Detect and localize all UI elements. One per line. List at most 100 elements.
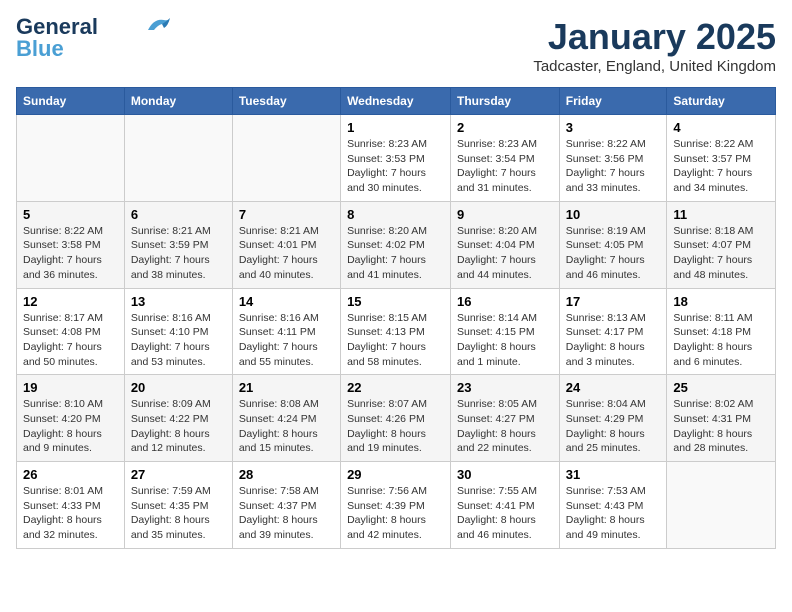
day-cell: 28 Sunrise: 7:58 AM Sunset: 4:37 PM Dayli… [232, 462, 340, 549]
day-info: Sunrise: 8:04 AM Sunset: 4:29 PM Dayligh… [566, 397, 661, 456]
day-cell: 25Sunrise: 8:02 AM Sunset: 4:31 PM Dayli… [667, 375, 776, 462]
day-info: Sunrise: 8:22 AM Sunset: 3:56 PM Dayligh… [566, 137, 661, 196]
day-info: Sunrise: 8:21 AM Sunset: 4:01 PM Dayligh… [239, 224, 334, 283]
day-number: 6 [131, 207, 226, 222]
day-info: Sunrise: 7:58 AM Sunset: 4:37 PM Dayligh… [239, 484, 334, 543]
day-number: 28 [239, 467, 334, 482]
day-cell: 2 Sunrise: 8:23 AM Sunset: 3:54 PM Daylig… [451, 115, 560, 202]
location: Tadcaster, England, United Kingdom [533, 58, 776, 75]
day-cell: 10Sunrise: 8:19 AM Sunset: 4:05 PM Dayli… [559, 201, 667, 288]
day-cell: 6Sunrise: 8:21 AM Sunset: 3:59 PM Daylig… [124, 201, 232, 288]
day-cell: 1 Sunrise: 8:23 AM Sunset: 3:53 PM Daylig… [341, 115, 451, 202]
day-cell: 4 Sunrise: 8:22 AM Sunset: 3:57 PM Daylig… [667, 115, 776, 202]
day-cell: 29Sunrise: 7:56 AM Sunset: 4:39 PM Dayli… [341, 462, 451, 549]
day-info: Sunrise: 8:23 AM Sunset: 3:53 PM Dayligh… [347, 137, 444, 196]
day-number: 20 [131, 380, 226, 395]
day-cell: 20 Sunrise: 8:09 AM Sunset: 4:22 PM Dayli… [124, 375, 232, 462]
day-number: 15 [347, 294, 444, 309]
day-info: Sunrise: 8:19 AM Sunset: 4:05 PM Dayligh… [566, 224, 661, 283]
day-cell: 27Sunrise: 7:59 AM Sunset: 4:35 PM Dayli… [124, 462, 232, 549]
day-info: Sunrise: 8:11 AM Sunset: 4:18 PM Dayligh… [673, 311, 769, 370]
day-info: Sunrise: 7:55 AM Sunset: 4:41 PM Dayligh… [457, 484, 553, 543]
day-number: 31 [566, 467, 661, 482]
day-cell: 24 Sunrise: 8:04 AM Sunset: 4:29 PM Dayli… [559, 375, 667, 462]
day-info: Sunrise: 8:16 AM Sunset: 4:11 PM Dayligh… [239, 311, 334, 370]
weekday-header-wednesday: Wednesday [341, 88, 451, 115]
day-number: 30 [457, 467, 553, 482]
day-info: Sunrise: 8:15 AM Sunset: 4:13 PM Dayligh… [347, 311, 444, 370]
day-cell: 22Sunrise: 8:07 AM Sunset: 4:26 PM Dayli… [341, 375, 451, 462]
day-info: Sunrise: 8:23 AM Sunset: 3:54 PM Dayligh… [457, 137, 553, 196]
logo-blue: Blue [16, 38, 64, 60]
day-info: Sunrise: 8:20 AM Sunset: 4:04 PM Dayligh… [457, 224, 553, 283]
day-cell: 7 Sunrise: 8:21 AM Sunset: 4:01 PM Daylig… [232, 201, 340, 288]
logo-icon [144, 16, 172, 34]
day-number: 2 [457, 120, 553, 135]
day-info: Sunrise: 8:10 AM Sunset: 4:20 PM Dayligh… [23, 397, 118, 456]
day-cell: 18 Sunrise: 8:11 AM Sunset: 4:18 PM Dayli… [667, 288, 776, 375]
day-cell: 14 Sunrise: 8:16 AM Sunset: 4:11 PM Dayli… [232, 288, 340, 375]
day-info: Sunrise: 8:01 AM Sunset: 4:33 PM Dayligh… [23, 484, 118, 543]
day-number: 12 [23, 294, 118, 309]
day-info: Sunrise: 8:22 AM Sunset: 3:57 PM Dayligh… [673, 137, 769, 196]
day-cell: 13 Sunrise: 8:16 AM Sunset: 4:10 PM Dayli… [124, 288, 232, 375]
day-info: Sunrise: 8:09 AM Sunset: 4:22 PM Dayligh… [131, 397, 226, 456]
weekday-header-row: SundayMondayTuesdayWednesdayThursdayFrid… [17, 88, 776, 115]
weekday-header-thursday: Thursday [451, 88, 560, 115]
day-cell: 15 Sunrise: 8:15 AM Sunset: 4:13 PM Dayli… [341, 288, 451, 375]
day-info: Sunrise: 8:16 AM Sunset: 4:10 PM Dayligh… [131, 311, 226, 370]
day-number: 22 [347, 380, 444, 395]
week-row-3: 12Sunrise: 8:17 AM Sunset: 4:08 PM Dayli… [17, 288, 776, 375]
day-cell [124, 115, 232, 202]
day-number: 24 [566, 380, 661, 395]
day-info: Sunrise: 8:08 AM Sunset: 4:24 PM Dayligh… [239, 397, 334, 456]
day-cell: 31 Sunrise: 7:53 AM Sunset: 4:43 PM Dayli… [559, 462, 667, 549]
day-cell: 9 Sunrise: 8:20 AM Sunset: 4:04 PM Daylig… [451, 201, 560, 288]
day-cell: 16Sunrise: 8:14 AM Sunset: 4:15 PM Dayli… [451, 288, 560, 375]
day-number: 29 [347, 467, 444, 482]
day-cell [667, 462, 776, 549]
day-number: 26 [23, 467, 118, 482]
week-row-2: 5 Sunrise: 8:22 AM Sunset: 3:58 PM Daylig… [17, 201, 776, 288]
day-number: 4 [673, 120, 769, 135]
day-number: 21 [239, 380, 334, 395]
day-number: 13 [131, 294, 226, 309]
day-number: 3 [566, 120, 661, 135]
day-number: 8 [347, 207, 444, 222]
day-cell: 17 Sunrise: 8:13 AM Sunset: 4:17 PM Dayli… [559, 288, 667, 375]
day-info: Sunrise: 8:18 AM Sunset: 4:07 PM Dayligh… [673, 224, 769, 283]
day-number: 19 [23, 380, 118, 395]
day-cell: 12Sunrise: 8:17 AM Sunset: 4:08 PM Dayli… [17, 288, 125, 375]
day-number: 11 [673, 207, 769, 222]
calendar-table: SundayMondayTuesdayWednesdayThursdayFrid… [16, 87, 776, 549]
title-block: January 2025 Tadcaster, England, United … [533, 16, 776, 75]
day-info: Sunrise: 7:53 AM Sunset: 4:43 PM Dayligh… [566, 484, 661, 543]
day-info: Sunrise: 7:59 AM Sunset: 4:35 PM Dayligh… [131, 484, 226, 543]
day-number: 7 [239, 207, 334, 222]
weekday-header-tuesday: Tuesday [232, 88, 340, 115]
page-header: General Blue January 2025 Tadcaster, Eng… [16, 16, 776, 75]
day-cell: 11 Sunrise: 8:18 AM Sunset: 4:07 PM Dayli… [667, 201, 776, 288]
weekday-header-friday: Friday [559, 88, 667, 115]
weekday-header-sunday: Sunday [17, 88, 125, 115]
day-cell: 21 Sunrise: 8:08 AM Sunset: 4:24 PM Dayli… [232, 375, 340, 462]
day-info: Sunrise: 8:13 AM Sunset: 4:17 PM Dayligh… [566, 311, 661, 370]
week-row-4: 19 Sunrise: 8:10 AM Sunset: 4:20 PM Dayli… [17, 375, 776, 462]
day-info: Sunrise: 8:05 AM Sunset: 4:27 PM Dayligh… [457, 397, 553, 456]
day-number: 17 [566, 294, 661, 309]
day-number: 5 [23, 207, 118, 222]
weekday-header-monday: Monday [124, 88, 232, 115]
day-number: 14 [239, 294, 334, 309]
day-cell [232, 115, 340, 202]
day-number: 16 [457, 294, 553, 309]
day-cell: 26 Sunrise: 8:01 AM Sunset: 4:33 PM Dayli… [17, 462, 125, 549]
day-number: 23 [457, 380, 553, 395]
day-info: Sunrise: 8:02 AM Sunset: 4:31 PM Dayligh… [673, 397, 769, 456]
day-info: Sunrise: 8:22 AM Sunset: 3:58 PM Dayligh… [23, 224, 118, 283]
day-number: 18 [673, 294, 769, 309]
day-number: 9 [457, 207, 553, 222]
day-cell: 3 Sunrise: 8:22 AM Sunset: 3:56 PM Daylig… [559, 115, 667, 202]
day-cell: 19 Sunrise: 8:10 AM Sunset: 4:20 PM Dayli… [17, 375, 125, 462]
day-number: 1 [347, 120, 444, 135]
day-info: Sunrise: 8:20 AM Sunset: 4:02 PM Dayligh… [347, 224, 444, 283]
